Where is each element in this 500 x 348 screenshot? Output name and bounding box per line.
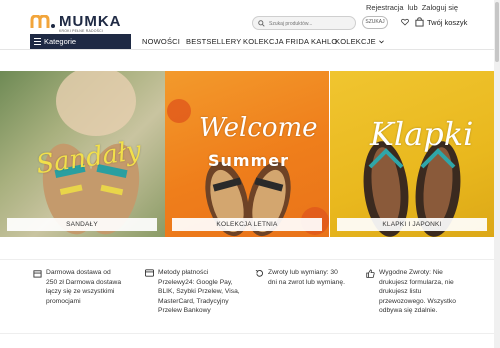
flipflops-photo-image — [363, 141, 461, 237]
benefit-payment-text: Metody płatności Przelewy24: Google Pay,… — [158, 268, 240, 316]
banner-flipflops-script: Klapki — [370, 115, 474, 153]
benefit-line: przewozowego. Wszystko — [379, 297, 456, 305]
box-icon — [33, 270, 42, 278]
return-icon — [255, 269, 263, 277]
benefit-returns-text: Zwroty lub wymiany: 30 dni na zwrot lub … — [268, 268, 345, 287]
nav-item-bestsellery[interactable]: BESTSELLERY — [186, 37, 241, 46]
search-icon — [258, 20, 265, 27]
benefits-bar: Darmowa dostawa od 250 zł Darmowa dostaw… — [0, 259, 494, 334]
search-input[interactable] — [269, 18, 353, 29]
banner-sandals[interactable]: Sandały SANDAŁY — [0, 71, 165, 237]
benefit-line: Darmowa dostawa od — [46, 269, 111, 276]
categories-label: Kategorie — [44, 37, 77, 46]
nav-item-frida-kahlo[interactable]: KOLEKCJA FRIDA KAHLO — [243, 37, 337, 46]
categories-button[interactable]: Kategorie — [30, 34, 131, 49]
banner-summer-welcome: Welcome — [199, 113, 318, 143]
card-icon — [145, 269, 154, 277]
search-box — [252, 16, 356, 30]
benefit-line: BLIK, Szybki Przelew, Visa, — [158, 288, 240, 296]
account-links: Rejestracja lub Zaloguj się — [364, 3, 458, 12]
benefit-free-shipping-text: Darmowa dostawa od 250 zł Darmowa dostaw… — [46, 268, 121, 306]
benefit-line: promocjami — [46, 297, 81, 305]
nav-item-kolekcje[interactable]: KOLEKCJE — [335, 37, 384, 46]
benefit-line: Zwroty lub wymiany: 30 — [268, 269, 338, 276]
chevron-down-icon — [379, 40, 384, 44]
benefit-line: łączy się ze wszystkimi — [46, 288, 115, 296]
banner-flipflops[interactable]: Klapki KLAPKI I JAPONKI — [330, 71, 494, 237]
benefit-line: Wygodne Zwroty: Nie — [379, 269, 443, 276]
logo-mark-icon — [30, 15, 55, 28]
benefit-line: Metody płatności — [158, 269, 209, 276]
top-bar: Rejestracja lub Zaloguj się — [0, 0, 500, 14]
banner-flipflops-label[interactable]: KLAPKI I JAPONKI — [337, 218, 487, 231]
main-nav: Kategorie NOWOŚCI BESTSELLERY KOLEKCJA F… — [0, 34, 500, 50]
benefit-line: dni na zwrot lub wymianę. — [268, 278, 345, 286]
brand-logo[interactable]: MUMKA KROKI PEŁNE RADOŚCI — [30, 13, 130, 35]
login-link[interactable]: Zaloguj się — [422, 3, 458, 12]
banner-sandals-label[interactable]: SANDAŁY — [7, 218, 157, 231]
nav-item-kolekcje-label: KOLEKCJE — [335, 37, 376, 46]
thumb-up-icon — [366, 269, 375, 278]
page-scrollbar[interactable] — [494, 0, 500, 348]
benefit-line: drukujesz listu — [379, 288, 422, 296]
nav-item-nowosci[interactable]: NOWOŚCI — [142, 37, 180, 46]
banner-summer-summer: Summer — [208, 151, 289, 170]
search-button[interactable]: SZUKAJ — [362, 16, 388, 29]
register-link[interactable]: Rejestracja — [366, 3, 404, 12]
scrollbar-thumb[interactable] — [495, 2, 499, 62]
brand-tagline: KROKI PEŁNE RADOŚCI — [59, 29, 104, 33]
cart-icon[interactable] — [415, 17, 424, 27]
or-text: lub — [407, 3, 418, 12]
banner-summer[interactable]: Welcome Summer KOLEKCJA LETNIA — [165, 71, 329, 237]
benefit-line: 250 zł Darmowa dostawa — [46, 278, 122, 286]
benefit-line: odbywa się zdalnie. — [379, 307, 438, 315]
hamburger-icon — [34, 38, 41, 45]
brand-name: MUMKA — [59, 13, 122, 30]
banner-summer-label[interactable]: KOLEKCJA LETNIA — [172, 218, 322, 231]
cart-link[interactable]: Twój koszyk — [427, 18, 467, 27]
wishlist-heart-icon[interactable] — [401, 18, 409, 26]
benefit-line: drukujesz formularza, nie — [379, 278, 454, 286]
benefit-easy-returns-text: Wygodne Zwroty: Nie drukujesz formularza… — [379, 268, 456, 316]
benefit-line: MasterCard, Tradycyjny — [158, 297, 229, 305]
benefit-line: Przelewy24: Google Pay, — [158, 278, 233, 286]
benefit-line: Przelew Bankowy — [158, 307, 211, 315]
